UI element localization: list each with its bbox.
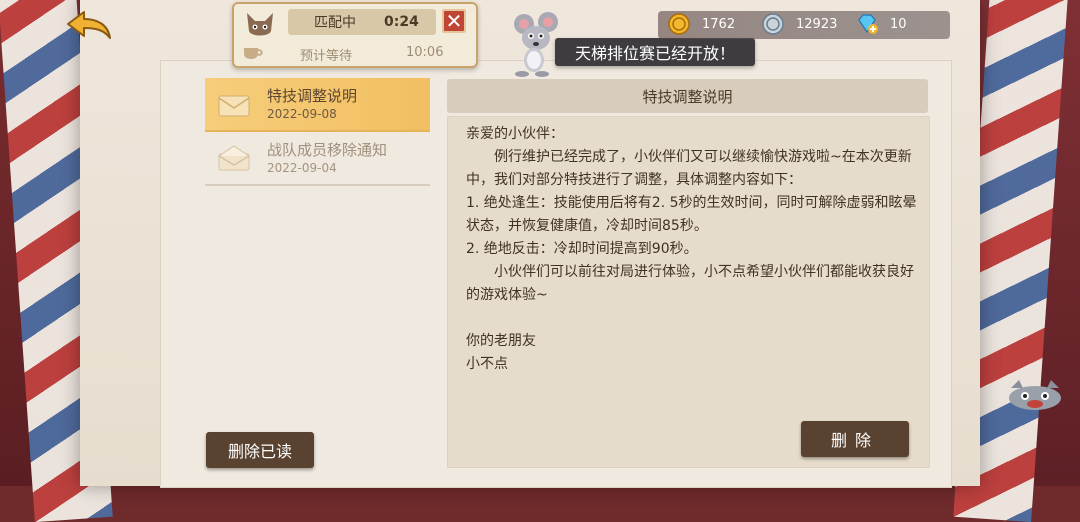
mail-title: 战队成员移除通知	[267, 141, 388, 159]
adjustment-item-1: 1. 绝处逢生：技能使用后将有2. 5秒的生效时间，同时可解除虚弱和眩晕状态，并…	[466, 195, 917, 234]
open-envelope-icon	[218, 145, 250, 171]
signature-line-1: 你的老朋友	[466, 333, 536, 349]
matching-label: 匹配中	[314, 15, 356, 31]
close-icon: ✕	[445, 9, 463, 33]
peeking-cat-icon	[1009, 380, 1061, 410]
matching-status: 匹配中 0:24	[288, 9, 436, 35]
gold-amount: 1762	[702, 16, 736, 32]
mail-content-text: 亲爱的小伙伴： 例行维护已经完成了，小伙伴们又可以继续愉快游戏啦~在本次更新中，…	[466, 123, 918, 376]
coffee-cup-icon	[244, 48, 263, 59]
wait-label: 预计等待	[300, 49, 353, 64]
gold-coin-display: 1762	[668, 13, 735, 35]
silver-amount: 12923	[796, 16, 838, 32]
back-arrow-icon	[67, 11, 111, 39]
mail-date: 2022-09-08	[267, 107, 337, 121]
delete-button[interactable]: 删除	[801, 421, 909, 457]
mail-item-team-removal[interactable]: 战队成员移除通知 2022-09-04	[205, 132, 430, 186]
currency-bar: 1762 12923 10	[658, 11, 950, 39]
adjustment-item-2: 2. 绝地反击：冷却时间提高到90秒。	[466, 241, 698, 257]
silver-coin-display: 12923	[762, 13, 837, 35]
silver-coin-icon	[762, 13, 784, 35]
paragraph-closing: 小伙伴们可以前往对局进行体验，小不点希望小伙伴们都能收获良好的游戏体验~	[466, 264, 914, 303]
ranked-open-banner: 天梯排位赛已经开放！	[555, 38, 755, 66]
gem-amount: 10	[890, 16, 907, 32]
mail-content-body: 亲爱的小伙伴： 例行维护已经完成了，小伙伴们又可以继续愉快游戏啦~在本次更新中，…	[447, 116, 930, 468]
back-button[interactable]	[62, 8, 116, 44]
mail-date: 2022-09-04	[267, 161, 337, 175]
signature-line-2: 小不点	[466, 356, 508, 372]
greeting: 亲爱的小伙伴：	[466, 126, 564, 142]
gold-coin-icon	[668, 13, 690, 35]
mail-list: 特技调整说明 2022-09-08 战队成员移除通知 2022-09-04	[205, 78, 430, 186]
diamond-plus-icon	[858, 14, 878, 34]
mail-title: 特技调整说明	[267, 87, 358, 105]
matching-timer: 0:24	[384, 14, 419, 30]
gem-display[interactable]: 10	[856, 13, 907, 35]
estimated-wait: 预计等待 10:06	[234, 42, 476, 64]
mail-content-title: 特技调整说明	[447, 79, 928, 113]
cancel-matching-button[interactable]: ✕	[442, 9, 466, 33]
wait-time: 10:06	[406, 45, 444, 60]
delete-read-button[interactable]: 删除已读	[206, 432, 314, 468]
paragraph-maintenance: 例行维护已经完成了，小伙伴们又可以继续愉快游戏啦~在本次更新中，我们对部分特技进…	[466, 149, 912, 188]
envelope-icon	[218, 95, 250, 117]
matchmaking-panel: 匹配中 0:24 ✕ 预计等待 10:06	[232, 2, 478, 68]
mail-item-skill-adjustment[interactable]: 特技调整说明 2022-09-08	[205, 78, 430, 132]
cat-avatar-icon	[242, 8, 278, 42]
